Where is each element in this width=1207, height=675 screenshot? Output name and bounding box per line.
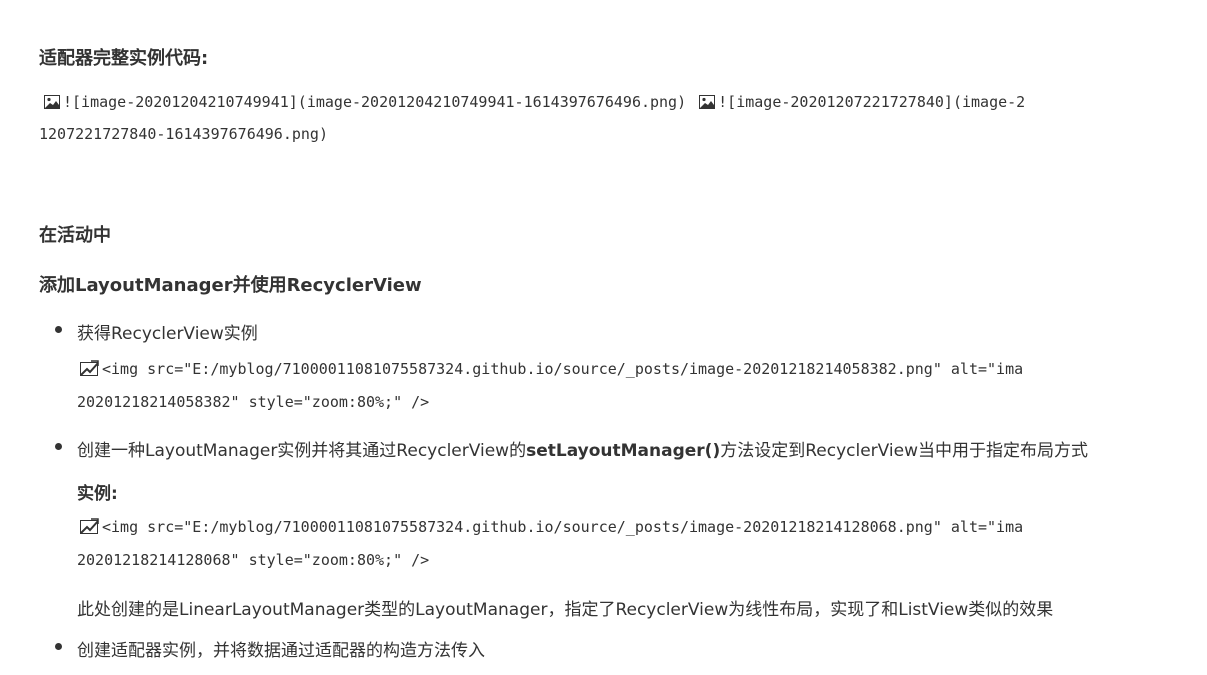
img-code-text: <img src="E:/myblog/71000011081075587324…: [102, 360, 1024, 378]
section-heading-layout: 添加LayoutManager并使用RecyclerView: [39, 275, 422, 296]
img-code-text: <img src="E:/myblog/71000011081075587324…: [102, 518, 1024, 536]
img-code-line: <img src="E:/myblog/71000011081075587324…: [80, 518, 1023, 538]
img-code-text: 20201218214058382" style="zoom:80%;" />: [77, 393, 430, 411]
bullet-marker: [55, 443, 62, 450]
section-heading-activity: 在活动中: [39, 225, 111, 246]
bullet-marker: [55, 326, 62, 333]
note-paragraph: 此处创建的是LinearLayoutManager类型的LayoutManage…: [77, 600, 1054, 620]
image-markdown-line: ![image-20201204210749941](image-2020120…: [44, 93, 1025, 113]
image-markdown-text: ![image-20201204210749941](image-2020120…: [63, 93, 687, 111]
list-item-text: 创建适配器实例，并将数据通过适配器的构造方法传入: [77, 641, 485, 661]
image-markdown-text: ![image-20201207221727840](image-2: [718, 93, 1026, 111]
img-code-text: 20201218214128068" style="zoom:80%;" />: [77, 551, 430, 569]
image-icon: [44, 95, 60, 113]
example-label: 实例:: [77, 484, 118, 504]
method-name: setLayoutManager(): [526, 441, 721, 461]
image-icon: [699, 95, 716, 113]
img-code-line: <img src="E:/myblog/71000011081075587324…: [80, 360, 1023, 380]
broken-image-icon: [80, 518, 99, 538]
broken-image-icon: [80, 360, 99, 380]
bullet-marker: [55, 643, 62, 650]
image-markdown-text: 1207221727840-1614397676496.png): [39, 125, 328, 143]
list-item-text: 获得RecyclerView实例: [77, 324, 258, 344]
list-item-text: 创建一种LayoutManager实例并将其通过RecyclerView的set…: [77, 441, 1089, 461]
section-heading-adapter: 适配器完整实例代码:: [39, 48, 209, 69]
